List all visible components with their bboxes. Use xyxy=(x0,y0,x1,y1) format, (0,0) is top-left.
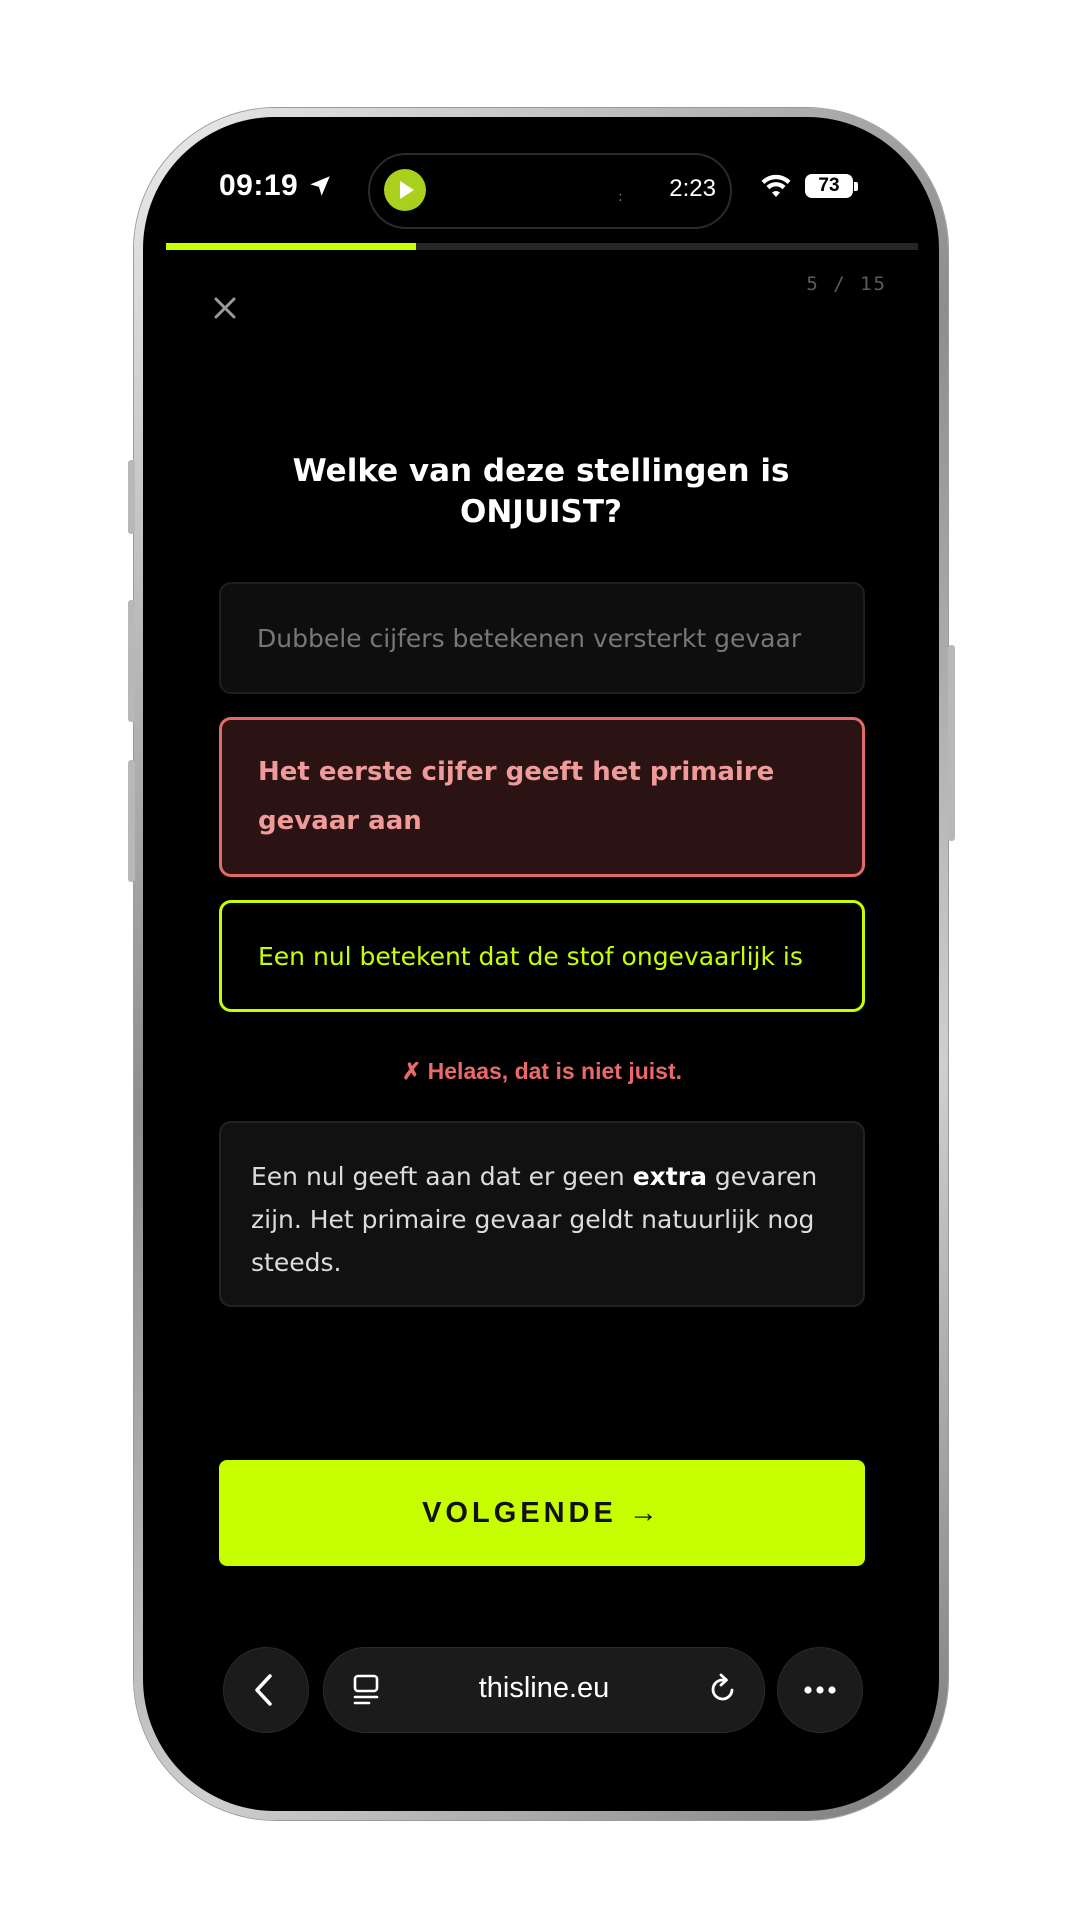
url-text: thisline.eu xyxy=(478,1672,610,1704)
ellipsis-icon xyxy=(804,1686,836,1694)
explanation-emphasis: extra xyxy=(632,1162,707,1191)
browser-back-button[interactable] xyxy=(223,1647,309,1733)
battery-cap xyxy=(854,182,858,191)
next-button[interactable]: VOLGENDE → xyxy=(219,1460,865,1566)
address-bar[interactable]: thisline.eu xyxy=(323,1647,765,1733)
explanation-text-before: Een nul geeft aan dat er geen xyxy=(251,1162,633,1191)
action-button xyxy=(128,460,135,534)
power-button xyxy=(948,645,955,841)
dynamic-island[interactable]: : 2:23 xyxy=(368,153,732,229)
answer-option-3-correct[interactable]: Een nul betekent dat de stof ongevaarlij… xyxy=(219,900,865,1012)
phone-screen: 09:19 : 2:23 73 5 / 15 Welke van deze st… xyxy=(143,117,939,1811)
close-icon xyxy=(214,297,236,319)
answer-option-label: Een nul betekent dat de stof ongevaarlij… xyxy=(258,941,803,971)
progress-bar xyxy=(166,243,918,250)
answer-option-label: Het eerste cijfer geeft het primaire gev… xyxy=(258,757,775,836)
battery-indicator: 73 xyxy=(805,174,853,198)
close-button[interactable] xyxy=(205,288,245,328)
feedback-message: ✗ Helaas, dat is niet juist. xyxy=(401,1058,683,1084)
status-time: 09:19 xyxy=(219,169,299,202)
more-options-button[interactable] xyxy=(777,1647,863,1733)
progress-bar-fill xyxy=(166,243,417,250)
answer-option-2-selected-wrong[interactable]: Het eerste cijfer geeft het primaire gev… xyxy=(219,717,865,877)
location-arrow-icon xyxy=(310,176,330,196)
wifi-icon xyxy=(761,174,791,197)
volume-up-button xyxy=(128,600,135,722)
reload-icon[interactable] xyxy=(706,1672,740,1706)
question-title: Welke van deze stellingen is ONJUIST? xyxy=(292,453,790,530)
answer-option-1[interactable]: Dubbele cijfers betekenen versterkt geva… xyxy=(219,582,865,694)
answer-option-label: Dubbele cijfers betekenen versterkt geva… xyxy=(257,623,802,653)
question-counter: 5 / 15 xyxy=(806,273,887,295)
volume-down-button xyxy=(128,760,135,882)
explanation-box: Een nul geeft aan dat er geen extra geva… xyxy=(219,1121,865,1307)
island-separator: : xyxy=(618,189,623,205)
media-play-icon[interactable] xyxy=(384,169,426,211)
media-timer: 2:23 xyxy=(669,175,716,202)
chevron-left-icon xyxy=(255,1674,272,1706)
